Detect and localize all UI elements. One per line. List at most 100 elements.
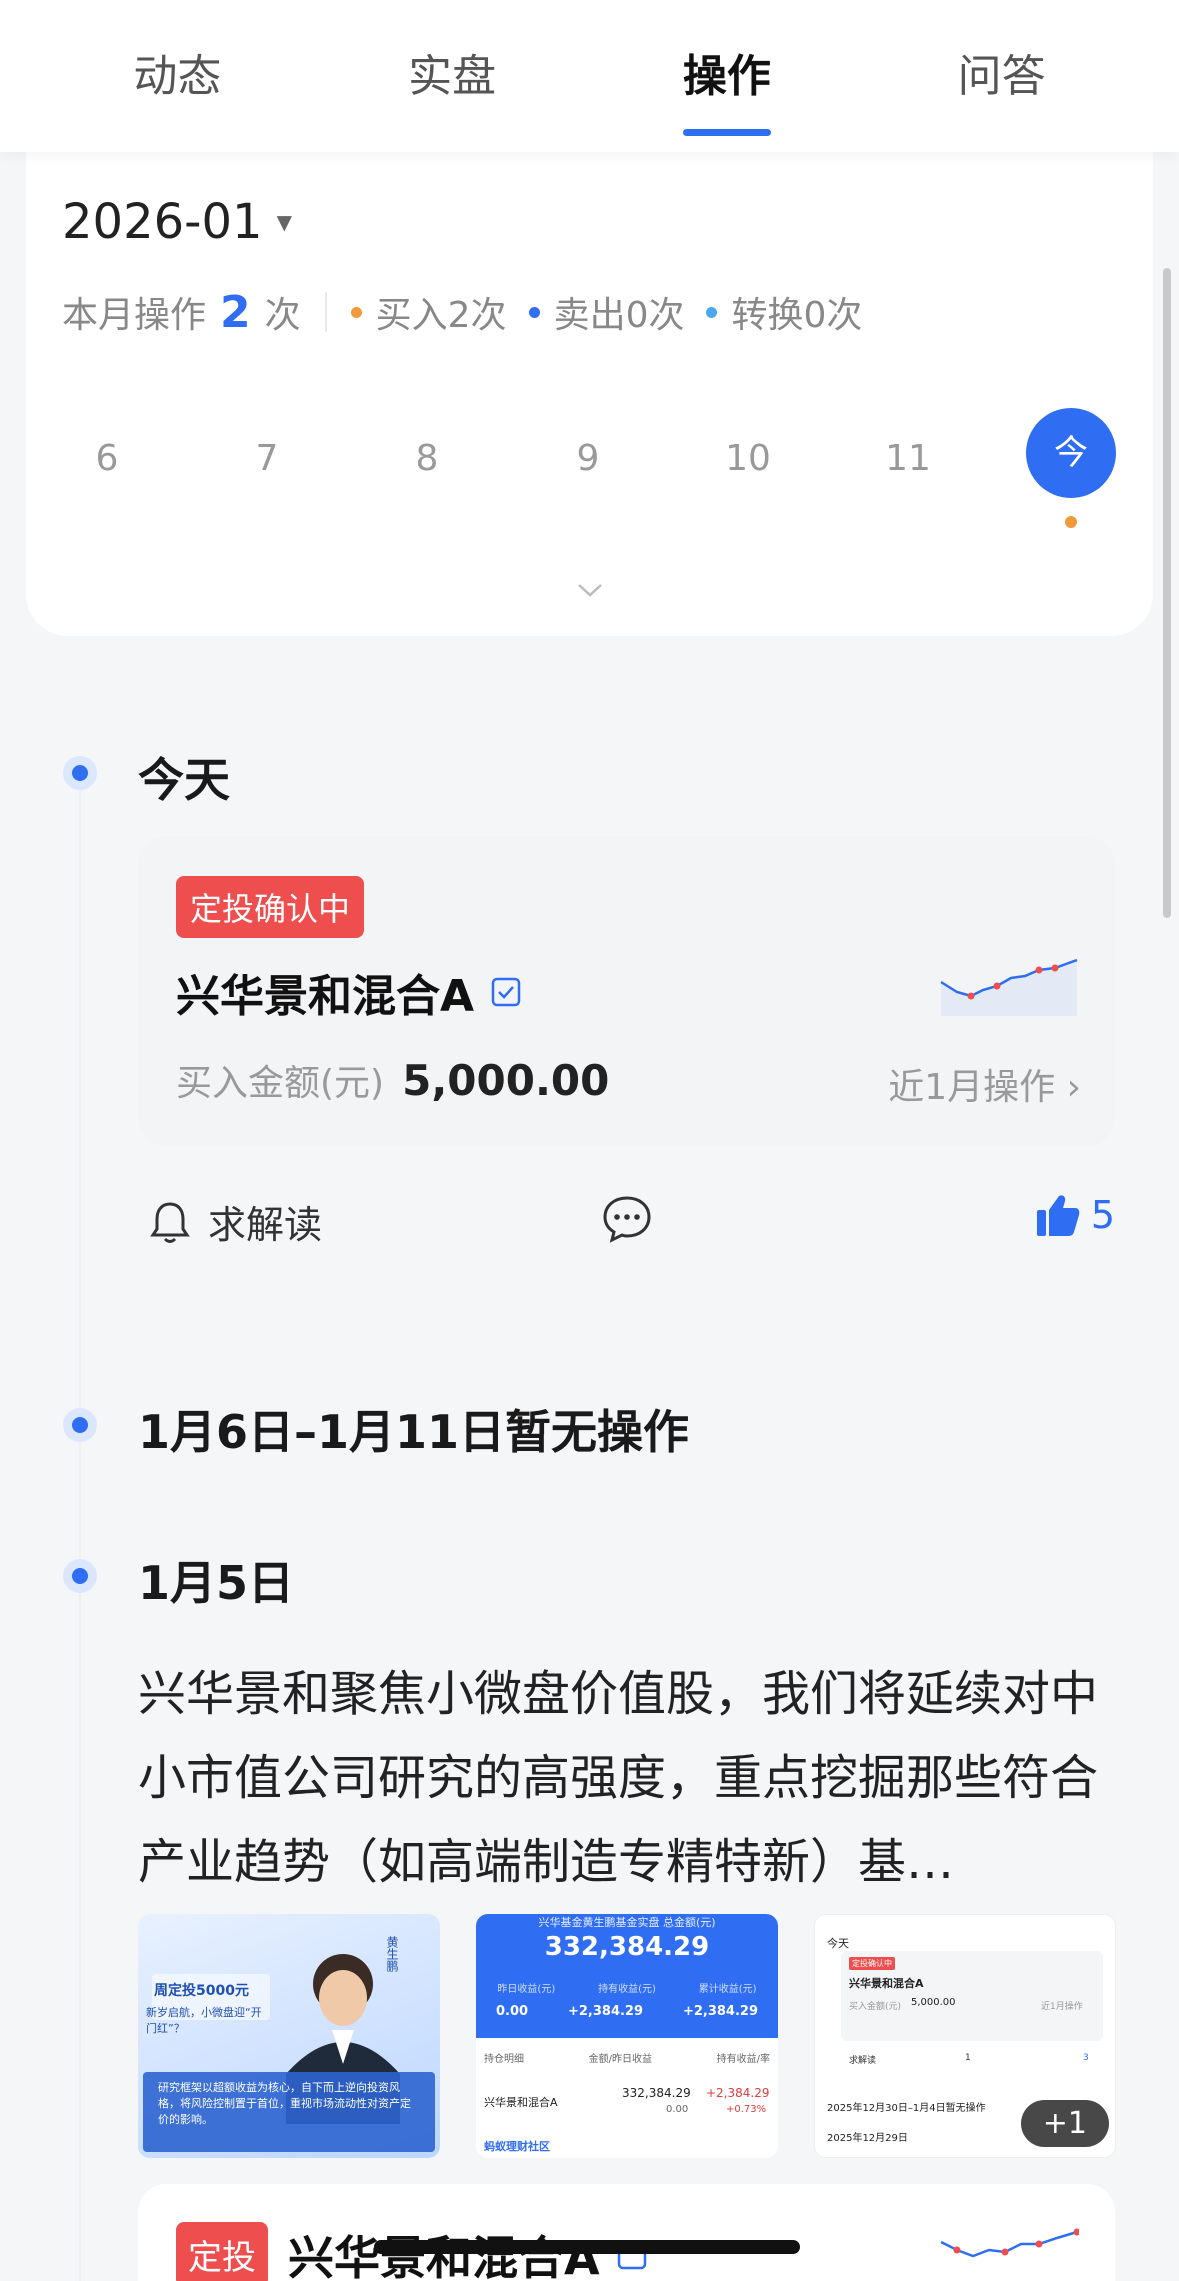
- tab-portfolio[interactable]: 实盘: [408, 40, 496, 112]
- gallery-image-2[interactable]: 兴华基金黄生鹏基金实盘 总金额(元) 332,384.29 昨日收益(元) 持有…: [476, 1914, 778, 2158]
- thumb-cols: 昨日收益(元) 持有收益(元) 累计收益(元): [476, 1980, 778, 1995]
- buy-amount: 买入金额(元) 5,000.00: [176, 1054, 609, 1106]
- thumb3-amt: 5,000.00: [911, 1997, 956, 2008]
- tab-qa[interactable]: 问答: [958, 40, 1046, 112]
- operation-card[interactable]: 定投确认中 兴华景和混合A 买入金额(元) 5,000.00 近1月操作 ›: [138, 836, 1115, 1146]
- operation-card-partial[interactable]: 定投 兴华景和混合A: [138, 2184, 1115, 2281]
- col-value: +2,384.29: [567, 2004, 644, 2019]
- legend-convert: 转换0次: [706, 286, 862, 338]
- thumb-row-head: 持仓明细 金额/昨日收益 持有收益/率: [484, 2050, 770, 2065]
- top-tab-bar: 动态 实盘 操作 问答: [0, 0, 1179, 152]
- status-badge: 定投确认中: [176, 876, 365, 938]
- operation-count: 2: [220, 286, 251, 338]
- row-head: 金额/昨日收益: [588, 2054, 652, 2065]
- caret-down-icon: ▼: [276, 210, 292, 234]
- ask-interpretation-button[interactable]: 求解读: [148, 1194, 322, 1249]
- fund-name-text: 兴华景和混合A: [176, 971, 475, 1022]
- thumb-y: 0.00: [666, 2104, 689, 2115]
- thumb-quote: 研究框架以超额收益为核心，自下而上逆向投资风格，将风险控制置于首位，重视市场流动…: [158, 2081, 411, 2126]
- dot-icon: [528, 306, 540, 318]
- legend-sell: 卖出0次: [528, 286, 685, 338]
- buy-point: [967, 992, 975, 1000]
- amount-label: 买入金额(元): [176, 1063, 385, 1104]
- timeline-line: [79, 770, 81, 2281]
- like-button[interactable]: 5: [1035, 1192, 1115, 1238]
- thumb-fund: 兴华景和混合A: [484, 2096, 558, 2109]
- timeline-title-gap: 1月6日–1月11日暂无操作: [138, 1405, 690, 1459]
- comment-icon[interactable]: [602, 1194, 652, 1244]
- thumb3-line1: 2025年12月30日–1月4日暂无操作: [827, 2103, 986, 2114]
- row-head: 持仓明细: [484, 2054, 524, 2065]
- home-indicator[interactable]: [374, 2240, 800, 2254]
- thumb-header: 兴华基金黄生鹏基金实盘 总金额(元): [538, 1916, 716, 1929]
- chevron-down-icon[interactable]: [576, 576, 604, 604]
- chevron-right-icon: ›: [1066, 1067, 1081, 1108]
- timeline-title-jan5: 1月5日: [138, 1556, 295, 1610]
- col-label: 累计收益(元): [698, 1984, 757, 1995]
- timeline-title-today: 今天: [138, 753, 230, 807]
- thumb-name: 黄生鹏: [385, 1936, 399, 1972]
- timeline-dot: [63, 756, 97, 790]
- day-10[interactable]: 10: [703, 414, 793, 504]
- month-summary: 本月操作 2 次 买入2次 卖出0次 转换0次: [62, 286, 884, 338]
- thumb-vals: 0.00 +2,384.29 +2,384.29: [476, 2004, 778, 2019]
- verified-check-icon: [491, 977, 521, 1007]
- thumb-total: 332,384.29: [544, 1932, 710, 1962]
- thumb3-badge: 定投确认中: [849, 1957, 895, 1970]
- calendar-card: 2026-01 ▼ 本月操作 2 次 买入2次 卖出0次 转换0次 6 7 8 …: [26, 152, 1153, 636]
- day-6[interactable]: 6: [62, 414, 152, 504]
- buy-point: [993, 982, 1001, 990]
- action-row: 求解读 5: [138, 1186, 1115, 1256]
- legend-buy: 买入2次: [350, 286, 507, 338]
- timeline-dot: [63, 1408, 97, 1442]
- like-count: 5: [1090, 1193, 1115, 1237]
- day-9[interactable]: 9: [543, 414, 633, 504]
- scrollbar[interactable]: [1163, 268, 1171, 918]
- gallery-image-3[interactable]: 今天 定投确认中 兴华景和混合A 买入金额(元) 5,000.00 近1月操作 …: [814, 1914, 1116, 2158]
- thumb-footer: 蚂蚁理财社区: [484, 2140, 550, 2153]
- recent-operations-link[interactable]: 近1月操作 ›: [888, 1058, 1081, 1110]
- thumbs-up-icon: [1036, 1195, 1080, 1236]
- fund-name: 兴华景和混合A: [176, 960, 522, 1024]
- divider: [324, 292, 327, 332]
- gallery-image-1[interactable]: 周定投5000元 新岁启航，小微盘迎“开门红”？ 黄生鹏 研究框架以超额收益为核…: [138, 1914, 440, 2158]
- thumb3-recent: 近1月操作: [1041, 2002, 1083, 2012]
- month-label: 2026-01: [62, 194, 263, 250]
- legend-label: 卖出0次: [553, 295, 685, 336]
- thumb3-comments: 1: [965, 2053, 971, 2063]
- more-images-badge[interactable]: +1: [1020, 2100, 1109, 2147]
- tab-dynamics[interactable]: 动态: [133, 40, 221, 112]
- col-label: 昨日收益(元): [497, 1984, 556, 1995]
- buy-point: [1051, 964, 1059, 972]
- day-11[interactable]: 11: [863, 414, 953, 504]
- thumb-amt: 332,384.29: [622, 2086, 691, 2100]
- buy-point: [1035, 966, 1043, 974]
- thumb3-line2: 2025年12月29日: [827, 2133, 908, 2144]
- timeline-dot: [63, 1559, 97, 1593]
- legend-label: 买入2次: [375, 295, 507, 336]
- day-8[interactable]: 8: [382, 414, 472, 504]
- recent-link-label: 近1月操作: [888, 1067, 1056, 1108]
- thumb-subtitle: 新岁启航，小微盘迎“开门红”？: [146, 2006, 262, 2035]
- tab-operations[interactable]: 操作: [683, 40, 771, 112]
- day-today[interactable]: 今: [1026, 408, 1116, 498]
- image-gallery: 周定投5000元 新岁启航，小微盘迎“开门红”？ 黄生鹏 研究框架以超额收益为核…: [138, 1914, 1116, 2158]
- thumb-headline: 周定投5000元: [154, 1983, 249, 1999]
- post-text[interactable]: 兴华景和聚焦小微盘价值股，我们将延续对中小市值公司研究的高强度，重点挖掘那些符合…: [138, 1652, 1118, 1904]
- month-picker[interactable]: 2026-01 ▼: [62, 194, 292, 250]
- ask-label: 求解读: [208, 1203, 323, 1247]
- dot-icon: [706, 306, 718, 318]
- sparkline-chart: [940, 958, 1078, 1016]
- day-7[interactable]: 7: [222, 414, 312, 504]
- status-badge: 定投: [176, 2222, 268, 2281]
- summary-prefix: 本月操作: [62, 295, 207, 336]
- legend-label: 转换0次: [731, 295, 863, 336]
- col-label: 持有收益(元): [598, 1984, 656, 1995]
- thumb3-amt-label: 买入金额(元): [849, 2002, 902, 2012]
- operation-dot: [1065, 516, 1077, 528]
- week-strip: 6 7 8 9 10 11 今: [26, 408, 1153, 528]
- bell-icon: [150, 1201, 190, 1243]
- summary-suffix: 次: [264, 295, 301, 336]
- thumb3-fund: 兴华景和混合A: [849, 1977, 924, 1990]
- thumb-profit: +2,384.29: [706, 2086, 770, 2100]
